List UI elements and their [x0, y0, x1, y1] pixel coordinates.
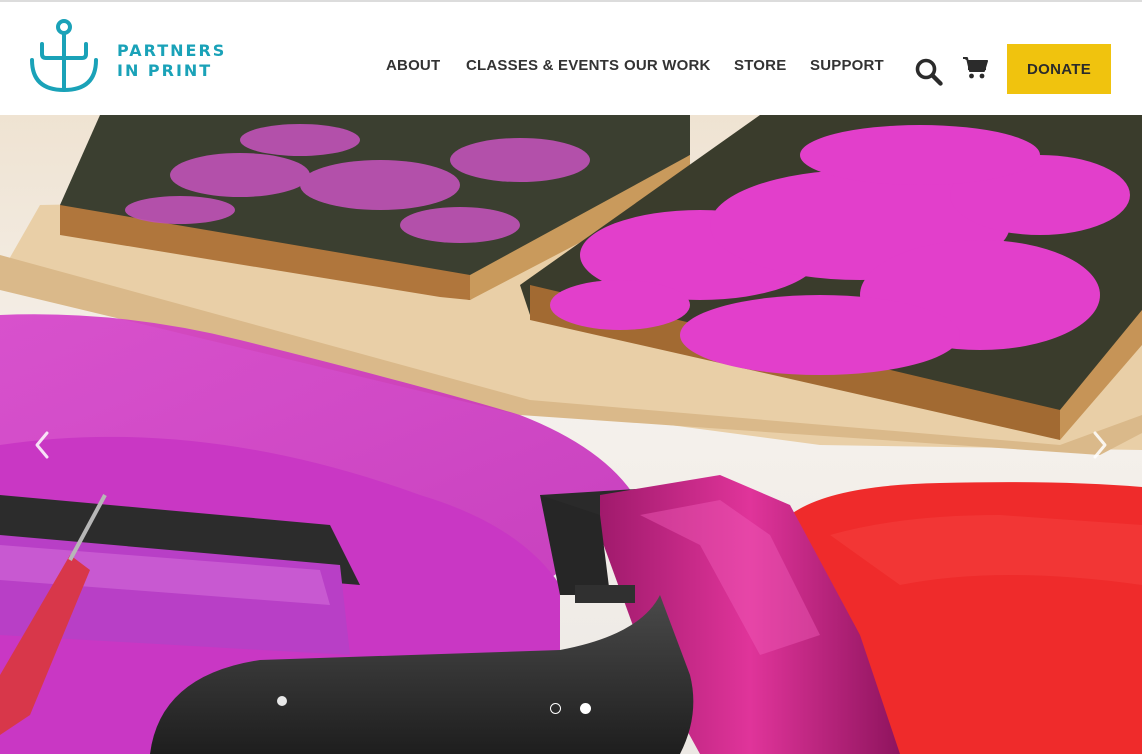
nav-support[interactable]: SUPPORT — [810, 57, 884, 74]
hero-image — [0, 115, 1142, 754]
search-button[interactable] — [914, 57, 944, 87]
search-icon — [915, 58, 943, 86]
carousel-next-button[interactable] — [1086, 425, 1116, 465]
anchor-icon — [30, 19, 98, 93]
nav-classes-events[interactable]: CLASSES & EVENTS — [466, 57, 619, 74]
chevron-right-icon — [1093, 431, 1107, 459]
brand-name-line1: PARTNERS — [117, 41, 227, 60]
donate-button[interactable]: DONATE — [1007, 44, 1111, 94]
nav-our-work[interactable]: OUR WORK — [624, 57, 711, 74]
brand-name-line2: IN PRINT — [117, 61, 213, 80]
carousel-dot-1[interactable] — [550, 703, 561, 714]
nav-about[interactable]: ABOUT — [386, 57, 440, 74]
cart-icon — [963, 57, 988, 79]
site-header: PARTNERS IN PRINT ABOUT CLASSES & EVENTS… — [0, 2, 1142, 115]
carousel-indicators — [550, 703, 594, 717]
nav-store[interactable]: STORE — [734, 57, 786, 74]
carousel-dot-2-active[interactable] — [580, 703, 591, 714]
site-logo[interactable]: PARTNERS IN PRINT — [28, 18, 238, 96]
carousel-prev-button[interactable] — [28, 425, 58, 465]
chevron-left-icon — [35, 431, 49, 459]
brand-name: PARTNERS IN PRINT — [117, 41, 226, 81]
hero-carousel — [0, 115, 1142, 754]
cart-button[interactable] — [962, 56, 988, 80]
